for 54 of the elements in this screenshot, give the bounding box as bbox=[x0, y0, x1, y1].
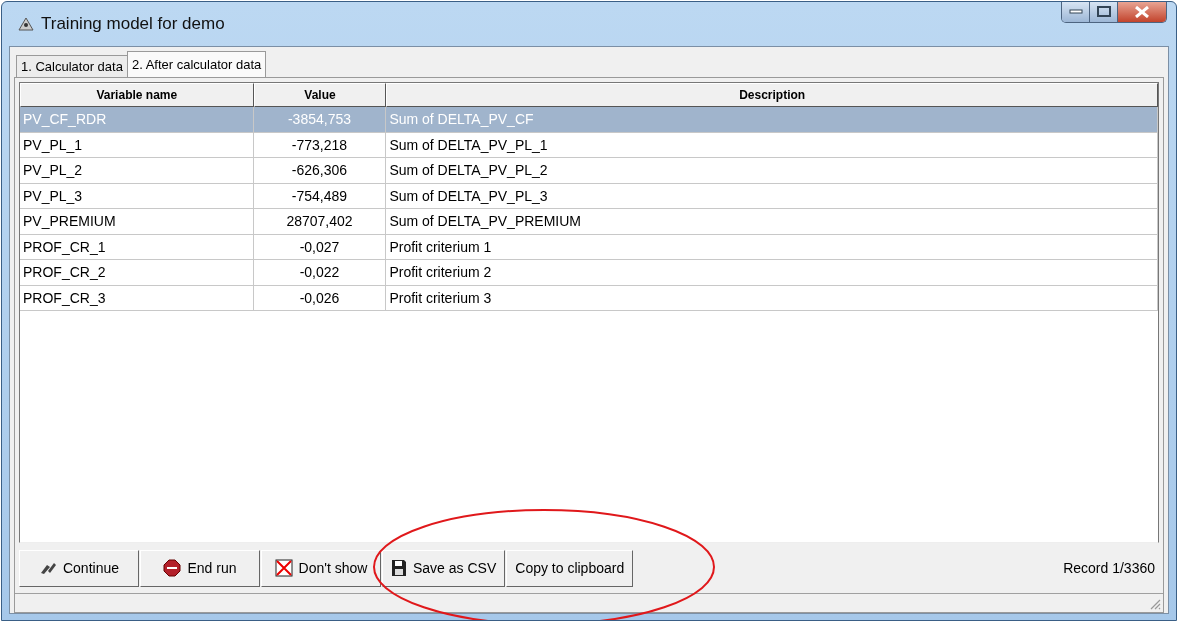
table-row[interactable]: PV_PL_2 -626,306 Sum of DELTA_PV_PL_2 bbox=[20, 158, 1158, 184]
tab[interactable]: 1. Calculator data bbox=[16, 55, 128, 77]
pencil-icon bbox=[38, 561, 57, 575]
copy-button[interactable]: Copy to clipboard bbox=[506, 549, 634, 587]
record-counter: Record 1/3360 bbox=[1063, 560, 1155, 576]
table-cell: PV_PL_2 bbox=[20, 158, 254, 184]
table-cell: -626,306 bbox=[253, 158, 387, 184]
table-cell: 28707,402 bbox=[253, 209, 387, 235]
table-cell: Sum of DELTA_PV_CF bbox=[386, 107, 1158, 133]
column-header[interactable]: Variable name bbox=[20, 83, 254, 107]
resize-grip-icon[interactable] bbox=[1149, 598, 1161, 610]
table-cell: Sum of DELTA_PV_PREMIUM bbox=[386, 209, 1158, 235]
table-cell: -773,218 bbox=[253, 132, 387, 158]
tab[interactable]: 2. After calculator data bbox=[126, 51, 267, 77]
table-row[interactable]: PROF_CR_2 -0,022 Profit criterium 2 bbox=[20, 260, 1158, 286]
maximize-button[interactable] bbox=[1090, 2, 1118, 22]
table-cell: Sum of DELTA_PV_PL_2 bbox=[386, 158, 1158, 184]
triangle-icon bbox=[17, 16, 35, 32]
maximize-icon bbox=[1096, 6, 1111, 18]
table-row[interactable]: PROF_CR_1 -0,027 Profit criterium 1 bbox=[20, 234, 1158, 260]
crossed-box-icon bbox=[274, 559, 293, 577]
dont-show-button[interactable]: Don't show bbox=[261, 549, 381, 587]
column-header[interactable]: Description bbox=[386, 83, 1158, 107]
table-cell: PV_CF_RDR bbox=[20, 107, 254, 133]
table-cell: Profit criterium 1 bbox=[386, 234, 1158, 260]
table-cell: -0,027 bbox=[253, 234, 387, 260]
column-header[interactable]: Value bbox=[253, 83, 387, 107]
table-row[interactable]: PV_PL_3 -754,489 Sum of DELTA_PV_PL_3 bbox=[20, 183, 1158, 209]
minimize-icon bbox=[1068, 9, 1083, 15]
table-cell: PROF_CR_2 bbox=[20, 260, 254, 286]
stop-sign-icon bbox=[163, 559, 182, 577]
window-title: Training model for demo bbox=[41, 14, 225, 34]
table-row[interactable]: PROF_CR_3 -0,026 Profit criterium 3 bbox=[20, 285, 1158, 311]
continue-button[interactable]: Continue bbox=[19, 549, 139, 587]
close-button[interactable] bbox=[1118, 2, 1166, 22]
minimize-button[interactable] bbox=[1062, 2, 1090, 22]
table-cell: -0,026 bbox=[253, 285, 387, 311]
table-cell: PROF_CR_1 bbox=[20, 234, 254, 260]
close-icon bbox=[1134, 6, 1150, 18]
table-row[interactable]: PV_PL_1 -773,218 Sum of DELTA_PV_PL_1 bbox=[20, 132, 1158, 158]
table-cell: PV_PL_3 bbox=[20, 183, 254, 209]
end-run-button[interactable]: End run bbox=[140, 549, 260, 587]
save-csv-button[interactable]: Save as CSV bbox=[382, 549, 506, 587]
table-cell: -754,489 bbox=[253, 183, 387, 209]
table-cell: -3854,753 bbox=[253, 107, 387, 133]
table-row[interactable]: PV_PREMIUM 28707,402 Sum of DELTA_PV_PREMIUM bbox=[20, 209, 1158, 235]
table-cell: Profit criterium 3 bbox=[386, 285, 1158, 311]
table-cell: PV_PREMIUM bbox=[20, 209, 254, 235]
table-cell: Sum of DELTA_PV_PL_1 bbox=[386, 132, 1158, 158]
table-cell: Sum of DELTA_PV_PL_3 bbox=[386, 183, 1158, 209]
table-cell: PV_PL_1 bbox=[20, 132, 254, 158]
table-cell: -0,022 bbox=[253, 260, 387, 286]
table-cell: Profit criterium 2 bbox=[386, 260, 1158, 286]
table-cell: PROF_CR_3 bbox=[20, 285, 254, 311]
